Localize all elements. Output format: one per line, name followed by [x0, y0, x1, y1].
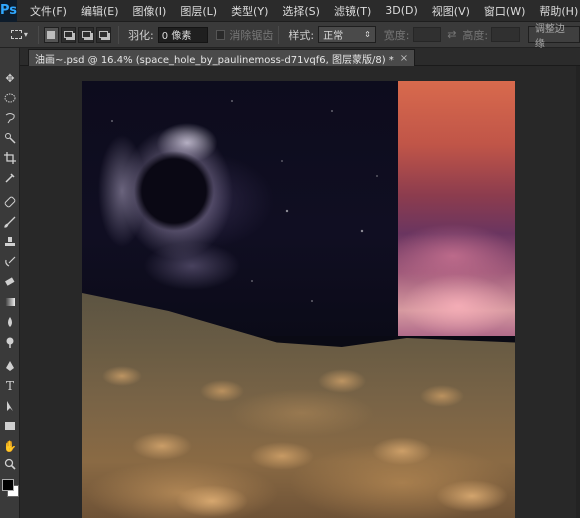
- pen-icon[interactable]: [2, 358, 18, 374]
- menu-help[interactable]: 帮助(H): [532, 3, 580, 19]
- menu-window[interactable]: 窗口(W): [477, 3, 532, 19]
- subtract-selection-icon: [81, 31, 91, 38]
- shape-icon[interactable]: [2, 418, 18, 434]
- style-label: 样式:: [288, 28, 315, 42]
- document-canvas[interactable]: [82, 81, 515, 518]
- width-label: 宽度:: [383, 28, 410, 42]
- photoshop-logo: Ps: [0, 0, 18, 22]
- grass-tufts: [82, 336, 515, 518]
- menu-3d[interactable]: 3D(D): [378, 4, 425, 17]
- lasso-icon[interactable]: [2, 110, 18, 126]
- blur-icon[interactable]: [2, 314, 18, 330]
- intersect-selection-button[interactable]: [95, 26, 112, 43]
- menu-edit[interactable]: 编辑(E): [74, 3, 126, 19]
- healing-icon[interactable]: [2, 194, 18, 210]
- menu-image[interactable]: 图像(I): [126, 3, 174, 19]
- refine-edge-button[interactable]: 调整边缘: [527, 24, 580, 50]
- new-selection-button[interactable]: [43, 26, 60, 43]
- document-title: 油画~.psd @ 16.4% (space_hole_by_paulinemo…: [35, 54, 394, 66]
- height-input[interactable]: [491, 27, 520, 42]
- zoom-icon[interactable]: [2, 456, 18, 472]
- antialias-label: 消除锯齿: [229, 28, 274, 42]
- history-brush-icon[interactable]: [2, 254, 18, 270]
- menu-type[interactable]: 类型(Y): [224, 3, 275, 19]
- canvas-workspace: [20, 66, 580, 518]
- document-tab[interactable]: 油画~.psd @ 16.4% (space_hole_by_paulinemo…: [28, 49, 416, 66]
- swap-icon[interactable]: ⇄: [447, 28, 456, 41]
- width-input[interactable]: [412, 27, 442, 42]
- divider: [37, 25, 39, 44]
- marquee-icon[interactable]: [2, 90, 18, 106]
- add-selection-icon: [64, 31, 74, 38]
- scrollbar[interactable]: [576, 66, 580, 518]
- menu-layer[interactable]: 图层(L): [173, 3, 224, 19]
- intersect-selection-icon: [98, 31, 108, 38]
- stars: [82, 81, 398, 336]
- feather-input[interactable]: [157, 26, 208, 43]
- tool-preset-picker[interactable]: ▾: [6, 25, 33, 45]
- feather-label: 羽化:: [128, 28, 154, 42]
- marquee-icon: [10, 30, 22, 39]
- menu-bar: Ps 文件(F) 编辑(E) 图像(I) 图层(L) 类型(Y) 选择(S) 滤…: [0, 0, 580, 22]
- subtract-selection-button[interactable]: [78, 26, 94, 43]
- menu-file[interactable]: 文件(F): [23, 3, 74, 19]
- style-select[interactable]: 正常 ⇕: [318, 26, 376, 43]
- new-selection-icon: [47, 30, 56, 39]
- document-tab-bar: 油画~.psd @ 16.4% (space_hole_by_paulinemo…: [20, 48, 580, 66]
- height-label: 高度:: [462, 28, 489, 42]
- style-value: 正常: [323, 31, 344, 42]
- divider: [278, 25, 280, 44]
- eraser-icon[interactable]: [2, 274, 18, 290]
- eyedropper-icon[interactable]: [2, 170, 18, 186]
- move-icon[interactable]: ✥: [2, 70, 18, 86]
- add-selection-button[interactable]: [61, 26, 77, 43]
- close-icon[interactable]: ×: [400, 53, 408, 64]
- menu-view[interactable]: 视图(V): [425, 3, 477, 19]
- chevron-down-icon: ▾: [23, 30, 28, 39]
- divider: [118, 25, 120, 44]
- type-icon[interactable]: T: [2, 378, 18, 394]
- path-select-icon[interactable]: [2, 398, 18, 414]
- tools-panel: ✥ T ✋: [0, 48, 20, 518]
- foreground-color-swatch[interactable]: [2, 479, 14, 491]
- crop-icon[interactable]: [2, 150, 18, 166]
- brush-icon[interactable]: [2, 214, 18, 230]
- menu-select[interactable]: 选择(S): [275, 3, 327, 19]
- dodge-icon[interactable]: [2, 334, 18, 350]
- options-bar: ▾ 羽化: 消除锯齿 样式: 正常 ⇕ 宽度: ⇄ 高度: 调整边缘: [0, 22, 580, 50]
- updown-icon: ⇕: [364, 30, 371, 39]
- hand-icon[interactable]: ✋: [2, 438, 18, 454]
- sunset-sky-layer: [398, 81, 515, 336]
- antialias-checkbox[interactable]: [215, 29, 226, 40]
- gradient-icon[interactable]: [2, 294, 18, 310]
- menu-filter[interactable]: 滤镜(T): [327, 3, 378, 19]
- stamp-icon[interactable]: [2, 234, 18, 250]
- quick-select-icon[interactable]: [2, 130, 18, 146]
